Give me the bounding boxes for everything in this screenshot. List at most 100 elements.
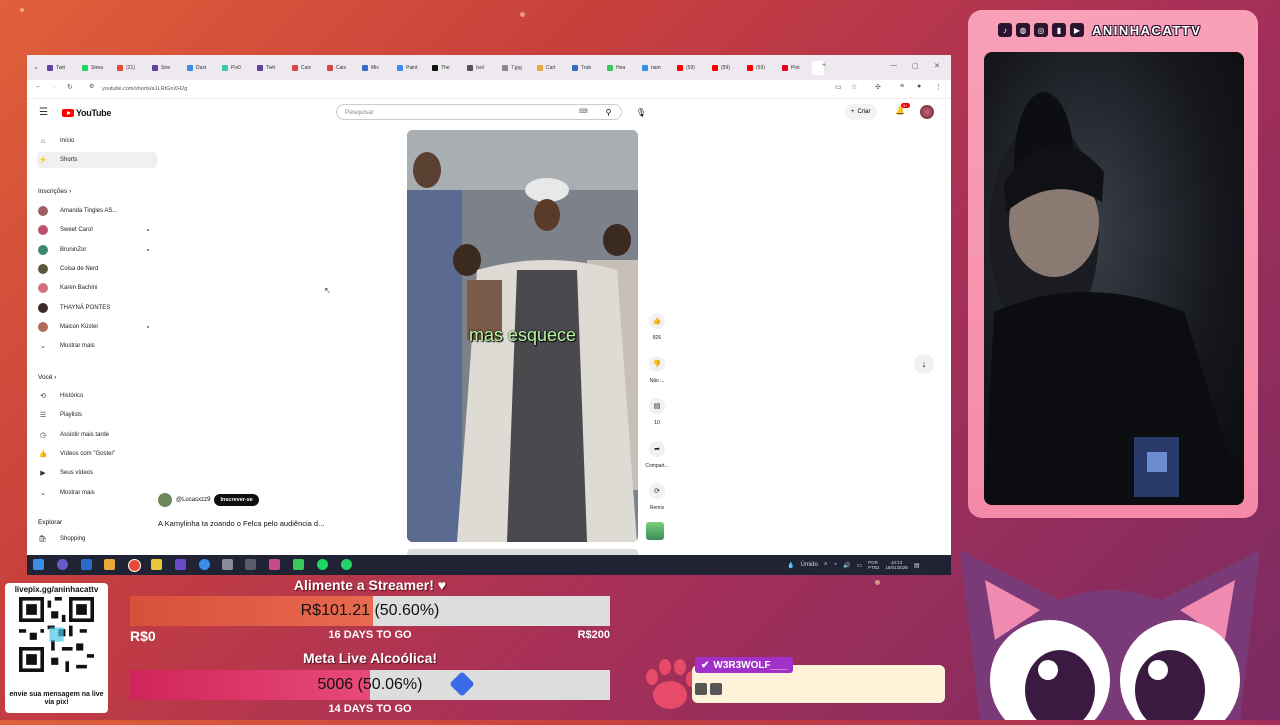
share-button[interactable]: ➦ Compart... [637,441,677,469]
app-icon[interactable] [245,559,256,570]
wifi-icon[interactable]: ◔ [833,562,837,568]
sidebar-item-video[interactable]: ▶ Seus vídeos [37,465,157,481]
browser-tab[interactable]: (59) [712,61,730,75]
sidebar-item-thumbs-up[interactable]: 👍 Vídeos com "Gostei" [37,446,157,462]
search-button[interactable]: ⚲ [595,104,622,120]
reload-icon[interactable]: ↻ [67,83,73,91]
livepix-message: envie sua mensagem na live via pix! [9,691,104,706]
maximize-icon[interactable]: ▢ [912,62,919,70]
clock[interactable]: 10:13 16/01/2026 [885,560,908,570]
youtube-logo[interactable]: YouTube [62,108,111,118]
app-icon[interactable] [293,559,304,570]
browser-tab[interactable]: Trab [572,61,591,75]
extensions-icon[interactable]: ✣ [875,83,881,91]
browser-tab[interactable]: (59) [747,61,765,75]
photoshop-icon[interactable] [81,559,92,570]
hamburger-menu-icon[interactable]: ☰ [39,107,48,118]
app-icon[interactable] [269,559,280,570]
forward-icon[interactable]: → [51,83,58,90]
browser-tab[interactable]: Isol [467,61,484,75]
browser-tab[interactable]: Twit [47,61,65,75]
browser-tab[interactable]: Mix [362,61,379,75]
spotify-icon[interactable] [317,559,328,570]
app-icon[interactable] [57,559,68,570]
browser-tab[interactable]: Caix [327,61,346,75]
browser-tab[interactable]: Paint [397,61,417,75]
close-window-icon[interactable]: ✕ [934,62,940,70]
browser-tab[interactable]: The [432,61,450,75]
browser-tab[interactable]: 7.jpg [502,61,522,75]
subscription-item[interactable]: Maicon Küster [37,319,157,335]
cast-icon[interactable]: ▭ [835,83,842,91]
profile-icon[interactable]: ● [917,83,921,90]
battery-icon[interactable]: ▭ [856,562,862,569]
app-icon[interactable] [175,559,186,570]
sound-thumbnail[interactable] [646,522,664,540]
sidebar-item-shorts[interactable]: ⚡ Shorts [37,152,157,168]
tray-expand-icon[interactable]: ˄ [824,562,828,568]
remix-button[interactable]: ⟳ Remix [637,483,677,511]
speaker-icon[interactable]: 🔊 [843,562,850,569]
browser-menu-icon[interactable]: ⋮ [935,83,942,91]
subscriptions-header[interactable]: Inscrições › [38,188,71,195]
site-info-icon[interactable]: ⚙ [89,83,94,90]
app-icon[interactable] [222,559,233,570]
browser-tab[interactable]: (21) [117,61,135,75]
sidebar-item-playlist[interactable]: ☰ Playlists [37,407,157,423]
short-title[interactable]: A Kamylinha ta zoando o Felca pelo audiê… [158,519,324,528]
browser-tab[interactable]: Cart [537,61,555,75]
subscription-item[interactable]: Karen Bachini [37,280,157,296]
subscription-item[interactable]: Sweet Carol [37,222,157,238]
subscription-item[interactable]: Amanda Tingles AS... [37,203,157,219]
windows-start-icon[interactable] [33,559,44,570]
subscription-item[interactable]: BruninZor [37,242,157,258]
subscription-item[interactable]: Coisa de Nerd [37,261,157,277]
browser-tab[interactable]: nam [642,61,661,75]
dislike-button[interactable]: 👎 Não ... [637,356,677,384]
sidebar-item-history[interactable]: ⟲ Histórico [37,388,157,404]
browser-tab[interactable]: Twit [257,61,275,75]
weather-label[interactable]: Úmido [800,562,817,568]
subscribe-button[interactable]: Inscrever-se [214,494,259,506]
browser-tab[interactable]: Dast [187,61,206,75]
whatsapp-icon[interactable] [341,559,352,570]
subscriptions-show-more[interactable]: ⌄ Mostrar mais [37,338,157,354]
sidebar-item-home[interactable]: ⌂ Início [37,133,157,149]
subscription-item[interactable]: THAYNÁ PONTES [37,300,157,316]
browser-tab[interactable]: Pint [782,61,800,75]
new-tab-icon[interactable]: + [822,62,826,69]
next-short-button[interactable]: ↓ [914,354,934,374]
account-avatar[interactable] [920,105,934,119]
like-button[interactable]: 👍 826 [637,313,677,341]
sidebar-item-clock[interactable]: ◷ Assistir mais tarde [37,427,157,443]
back-icon[interactable]: ← [35,83,42,90]
create-button[interactable]: + Criar [845,104,877,120]
sidebar-item-chevron-down[interactable]: ⌄ Mostrar mais [37,485,157,501]
app-icon[interactable] [104,559,115,570]
you-header[interactable]: Você › [38,374,56,381]
app-icon[interactable] [199,559,210,570]
bookmark-star-icon[interactable]: ☆ [851,83,857,91]
notification-center-icon[interactable]: ▤ [914,562,920,569]
browser-tab[interactable]: Hea [607,61,625,75]
browser-tab[interactable]: Pix0 [222,61,241,75]
folder-icon[interactable] [151,559,162,570]
chrome-icon[interactable] [128,559,141,572]
keyboard-icon[interactable]: ⌨ [579,108,588,115]
language-indicator[interactable]: POR PTB2 [868,560,879,570]
chat-username: ✔ W3R3WOLF___ [695,657,794,673]
short-video-player[interactable]: mas esquece [407,130,638,542]
address-bar[interactable]: youtube.com/shorts/a1LRtGnXH2g [102,83,802,95]
browser-tab[interactable]: Strea [82,61,103,75]
sidebar-item-shopping[interactable]: 🛍 Shopping [37,531,157,547]
channel-avatar[interactable] [158,493,172,507]
browser-tab[interactable]: (59) [677,61,695,75]
comments-button[interactable]: ▤ 10 [637,398,677,426]
media-icon[interactable]: ≡ [900,83,904,90]
channel-name[interactable]: @Lucasxzz9 [176,497,210,503]
browser-tab[interactable]: Caix [292,61,311,75]
minimize-icon[interactable]: — [890,62,897,69]
browser-tab[interactable]: Stre [152,61,170,75]
tab-menu-icon[interactable]: ⌄ [33,63,39,71]
voice-search-button[interactable]: 🎙 [633,104,649,120]
